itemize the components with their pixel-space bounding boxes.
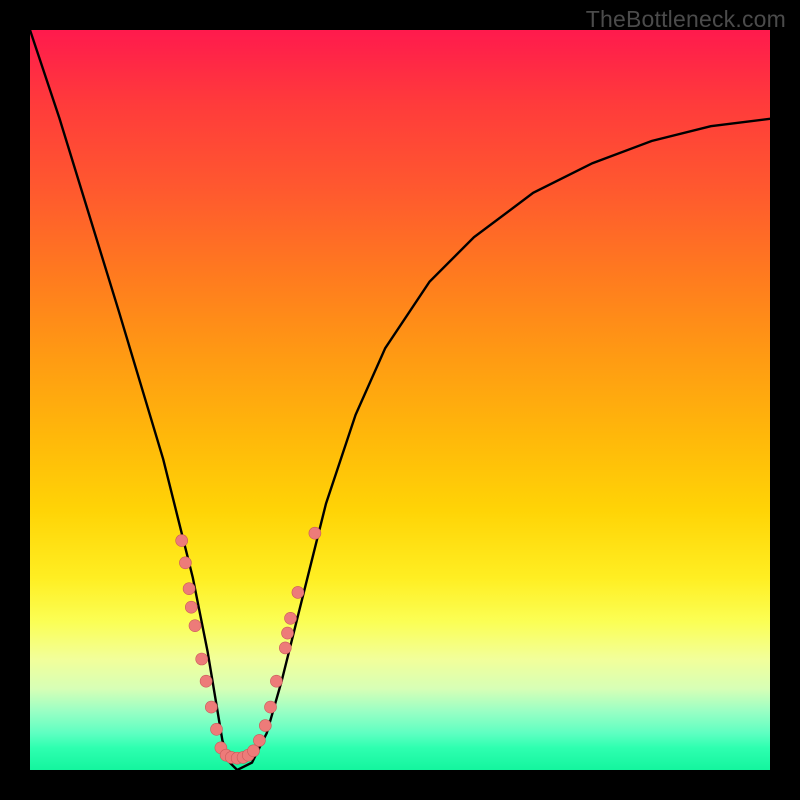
data-marker (183, 583, 195, 595)
chart-svg (30, 30, 770, 770)
data-marker (205, 701, 217, 713)
data-marker (179, 557, 191, 569)
data-marker (292, 586, 304, 598)
data-marker (279, 642, 291, 654)
data-marker (200, 675, 212, 687)
data-marker (282, 627, 294, 639)
data-marker (309, 527, 321, 539)
data-marker (176, 535, 188, 547)
gradient-plot-area (30, 30, 770, 770)
bottleneck-curve (30, 30, 770, 770)
data-marker (196, 653, 208, 665)
data-marker (185, 601, 197, 613)
data-marker (265, 701, 277, 713)
data-marker (259, 720, 271, 732)
curve-layer (30, 30, 770, 770)
data-marker (270, 675, 282, 687)
outer-black-frame: TheBottleneck.com (0, 0, 800, 800)
data-marker (253, 734, 265, 746)
data-marker (248, 745, 260, 757)
watermark-text: TheBottleneck.com (586, 6, 786, 33)
data-marker (285, 612, 297, 624)
marker-layer (176, 527, 321, 764)
data-marker (211, 723, 223, 735)
data-marker (189, 620, 201, 632)
